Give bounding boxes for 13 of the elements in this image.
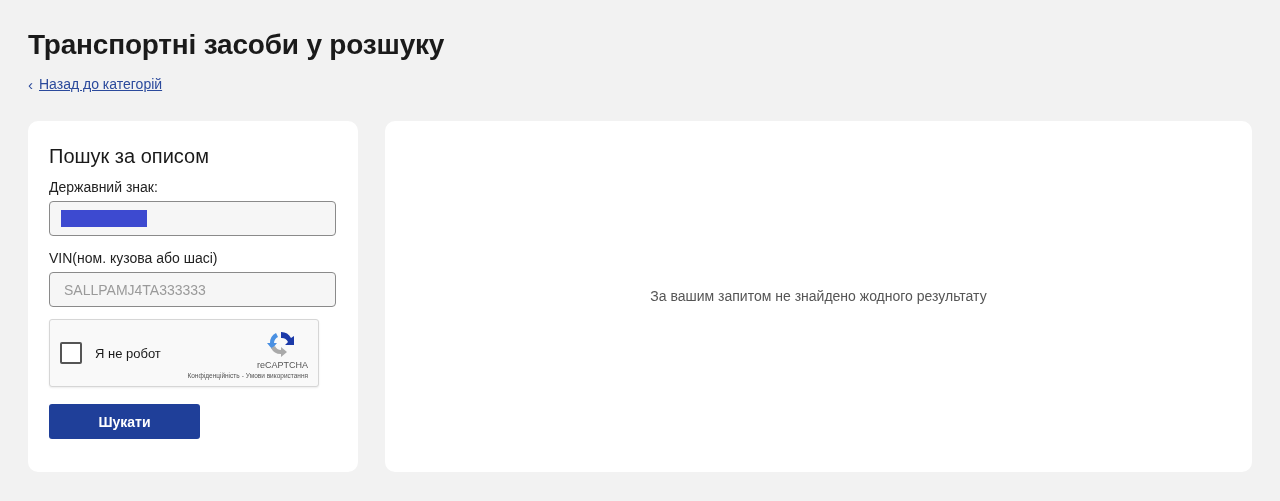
chevron-left-icon: ‹ [28,76,33,92]
back-link[interactable]: Назад до категорій [39,76,163,92]
panel-title: Пошук за описом [49,144,210,169]
search-button[interactable]: Шукати [49,404,200,439]
captcha-label: Я не робот [95,345,161,361]
field-label: Державний знак: [49,178,159,197]
input-field[interactable]: SALLPAMJ4TA333333 [49,272,336,307]
checkbox[interactable] [60,342,82,364]
input-field[interactable] [49,201,336,236]
field-label: VIN(ном. кузова або шасі) [49,249,219,268]
empty-results-message: За вашим запитом не знайдено жодного результату [650,288,987,304]
page-title: Транспортні засоби у розшуку [28,28,446,62]
captcha-brand: reCAPTCHA [257,360,308,370]
